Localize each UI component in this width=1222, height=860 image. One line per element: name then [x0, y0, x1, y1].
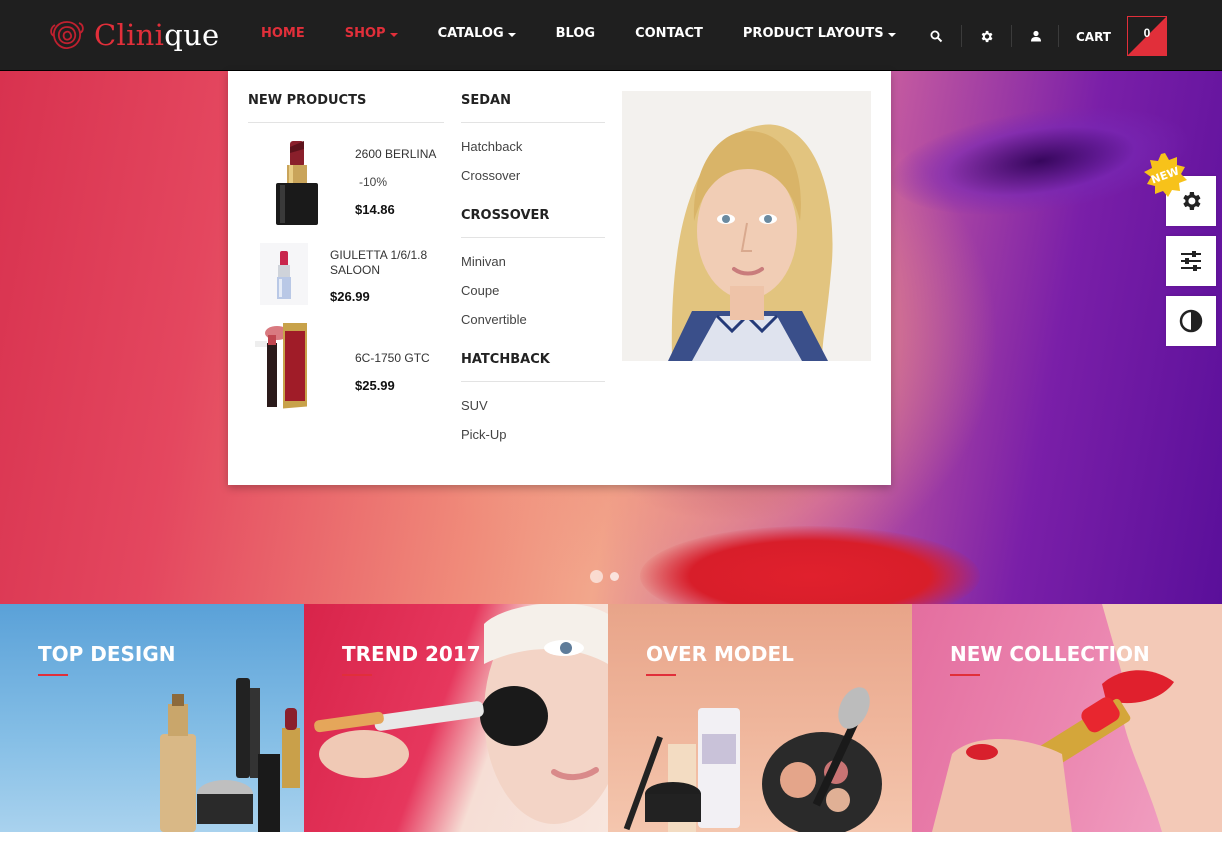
user-icon[interactable] [1028, 28, 1044, 44]
nav-blog[interactable]: BLOG [556, 26, 595, 41]
product-name[interactable]: GIULETTA 1/6/1.8 SALOON [330, 248, 440, 278]
new-products-title: NEW PRODUCTS [248, 93, 367, 108]
nav-home[interactable]: HOME [261, 26, 305, 41]
banner-new-collection[interactable]: NEW COLLECTION [912, 604, 1222, 832]
divider [248, 122, 444, 123]
product-image-lipstick-3[interactable] [255, 318, 325, 420]
layout-options-button[interactable] [1166, 236, 1216, 286]
banner-over-model[interactable]: OVER MODEL [608, 604, 912, 832]
product-discount: -10% [359, 175, 388, 189]
banner-underline [646, 674, 676, 676]
header-divider [1011, 25, 1012, 47]
divider [461, 122, 605, 123]
gear-icon[interactable] [978, 28, 994, 44]
link-suv[interactable]: SUV [461, 398, 488, 413]
slider-dot-1[interactable] [590, 570, 603, 583]
product-price: $26.99 [330, 289, 370, 304]
caret-down-icon [507, 32, 516, 37]
link-pick-up[interactable]: Pick-Up [461, 427, 507, 442]
logo-text: Clinique [94, 18, 220, 52]
site-header: Clinique HOME SHOP CATALOG BLOG CONTACT … [0, 0, 1222, 71]
theme-contrast-button[interactable] [1166, 296, 1216, 346]
category-sedan-title[interactable]: SEDAN [461, 93, 511, 108]
rose-logo-icon [50, 21, 84, 49]
cart-count-box[interactable]: 0 [1127, 16, 1167, 56]
banner-title: TOP DESIGN [38, 642, 176, 666]
nav-product-layouts[interactable]: PRODUCT LAYOUTS [743, 26, 896, 41]
promo-model-photo[interactable] [622, 91, 871, 361]
shop-mega-menu: NEW PRODUCTS 2600 BERLINA -10% $14.86 GI… [228, 71, 891, 485]
banner-title: NEW COLLECTION [950, 642, 1150, 666]
cart-count: 0 [1143, 26, 1151, 40]
lipstick-lips-image [932, 604, 1222, 832]
contrast-icon [1179, 309, 1203, 333]
cosmetics-image [160, 678, 300, 832]
main-nav: HOME SHOP CATALOG BLOG CONTACT PRODUCT L… [261, 26, 936, 41]
product-image-lipstick-2[interactable] [260, 243, 308, 310]
product-name[interactable]: 6C-1750 GTC [355, 351, 455, 366]
nav-shop[interactable]: SHOP [345, 26, 398, 41]
link-coupe[interactable]: Coupe [461, 283, 499, 298]
cosmetics-palette-image [623, 687, 882, 832]
banner-underline [950, 674, 980, 676]
logo[interactable]: Clinique [46, 14, 220, 56]
nav-contact[interactable]: CONTACT [635, 26, 703, 41]
link-crossover[interactable]: Crossover [461, 168, 520, 183]
banner-title: OVER MODEL [646, 642, 794, 666]
banner-underline [38, 674, 68, 676]
page: Clinique HOME SHOP CATALOG BLOG CONTACT … [0, 0, 1222, 860]
product-image-lipstick-1[interactable] [272, 137, 322, 232]
slider-dots [590, 570, 619, 583]
header-divider [1058, 25, 1059, 47]
caret-down-icon [389, 32, 398, 37]
banner-title: TREND 2017 [342, 642, 481, 666]
link-convertible[interactable]: Convertible [461, 312, 527, 327]
banner-trend-2017[interactable]: TREND 2017 [304, 604, 608, 832]
search-icon[interactable] [928, 28, 944, 44]
banner-top-design[interactable]: TOP DESIGN [0, 604, 304, 832]
page-bottom-space [0, 832, 1222, 860]
nav-catalog[interactable]: CATALOG [438, 26, 516, 41]
slider-dot-2[interactable] [610, 572, 619, 581]
link-hatchback[interactable]: Hatchback [461, 139, 522, 154]
cart-label[interactable]: CART [1076, 30, 1111, 44]
category-hatchback-title[interactable]: HATCHBACK [461, 352, 550, 367]
product-name[interactable]: 2600 BERLINA [355, 147, 455, 162]
category-crossover-title[interactable]: CROSSOVER [461, 208, 549, 223]
divider [461, 381, 605, 382]
product-price: $25.99 [355, 378, 395, 393]
header-divider [961, 25, 962, 47]
caret-down-icon [887, 32, 896, 37]
divider [461, 237, 605, 238]
link-minivan[interactable]: Minivan [461, 254, 506, 269]
makeup-brush-image [314, 604, 608, 824]
product-price: $14.86 [355, 202, 395, 217]
banner-underline [342, 674, 372, 676]
sliders-icon [1181, 251, 1201, 271]
new-badge: NEW [1142, 152, 1188, 198]
